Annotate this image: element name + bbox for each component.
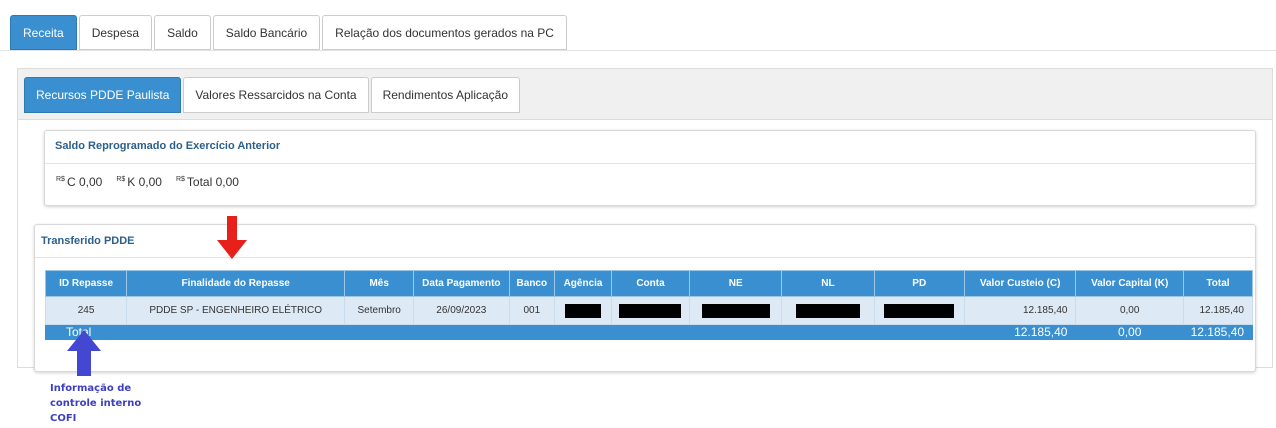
cell-mes: Setembro bbox=[344, 296, 415, 325]
col-header-pd[interactable]: PD bbox=[873, 270, 965, 297]
col-header-data-pagamento[interactable]: Data Pagamento bbox=[413, 270, 510, 297]
col-header-valor-capital[interactable]: Valor Capital (K) bbox=[1075, 270, 1184, 297]
subtab-header: Recursos PDDE Paulista Valores Ressarcid… bbox=[18, 69, 1272, 120]
cell-data-pagamento: 26/09/2023 bbox=[413, 296, 510, 325]
note-line-1: Informação de bbox=[50, 383, 132, 394]
col-header-banco[interactable]: Banco bbox=[508, 270, 556, 297]
cell-id-repasse: 245 bbox=[44, 296, 128, 325]
cell-valor-capital: 0,00 bbox=[1075, 296, 1184, 325]
cell-ne bbox=[689, 296, 783, 325]
redacted-agencia bbox=[565, 303, 602, 318]
cell-finalidade: PDDE SP - ENGENHEIRO ELÉTRICO bbox=[126, 296, 346, 325]
tab-divider bbox=[0, 50, 1276, 51]
subtab-rendimentos-aplicacao[interactable]: Rendimentos Aplicação bbox=[370, 77, 521, 113]
table-row[interactable]: 245 PDDE SP - ENGENHEIRO ELÉTRICO Setemb… bbox=[44, 296, 1254, 325]
table-total-row: Total 12.185,40 0,00 12.185,40 bbox=[45, 324, 1254, 340]
blue-arrow-up-icon bbox=[67, 330, 101, 376]
col-header-conta[interactable]: Conta bbox=[610, 270, 691, 297]
saldo-c-value: C 0,00 bbox=[66, 175, 103, 189]
col-header-valor-custeio[interactable]: Valor Custeio (C) bbox=[963, 270, 1077, 297]
redacted-conta bbox=[619, 303, 682, 318]
subtab-recursos-pdde-paulista[interactable]: Recursos PDDE Paulista bbox=[24, 77, 182, 113]
col-header-total[interactable]: Total bbox=[1182, 270, 1254, 297]
saldo-total-value: Total 0,00 bbox=[186, 175, 239, 189]
table-header-row: ID Repasse Finalidade do Repasse Mês Dat… bbox=[44, 270, 1254, 297]
redacted-pd bbox=[884, 303, 955, 318]
col-header-agencia[interactable]: Agência bbox=[554, 270, 612, 297]
cell-valor-custeio: 12.185,40 bbox=[963, 296, 1077, 325]
total-label: Total bbox=[45, 324, 965, 340]
cell-pd bbox=[873, 296, 965, 325]
repasse-table: ID Repasse Finalidade do Repasse Mês Dat… bbox=[44, 270, 1254, 340]
saldo-c: R$ C 0,00 bbox=[56, 175, 102, 189]
total-custeio: 12.185,40 bbox=[963, 324, 1077, 340]
tab-receita[interactable]: Receita bbox=[10, 15, 77, 50]
currency-symbol: R$ bbox=[116, 176, 126, 183]
saldo-reprogramado-card: Saldo Reprogramado do Exercício Anterior… bbox=[44, 130, 1256, 206]
col-header-mes[interactable]: Mês bbox=[344, 270, 415, 297]
subtab-valores-ressarcidos[interactable]: Valores Ressarcidos na Conta bbox=[183, 77, 369, 113]
cell-nl bbox=[781, 296, 875, 325]
currency-symbol: R$ bbox=[175, 176, 185, 183]
tab-relacao-documentos[interactable]: Relação dos documentos gerados na PC bbox=[322, 15, 567, 50]
total-capital: 0,00 bbox=[1075, 324, 1184, 340]
col-header-ne[interactable]: NE bbox=[689, 270, 783, 297]
top-tab-bar: Receita Despesa Saldo Saldo Bancário Rel… bbox=[10, 15, 567, 50]
internal-control-note: Informação de controle interno COFI bbox=[50, 381, 150, 426]
note-line-3: COFI bbox=[50, 413, 77, 424]
redacted-ne bbox=[701, 303, 770, 318]
col-header-id-repasse[interactable]: ID Repasse bbox=[44, 270, 128, 297]
redacted-nl bbox=[795, 303, 860, 318]
col-header-nl[interactable]: NL bbox=[781, 270, 875, 297]
tab-despesa[interactable]: Despesa bbox=[78, 15, 153, 50]
cell-conta bbox=[610, 296, 691, 325]
cell-banco: 001 bbox=[508, 296, 556, 325]
saldo-k-value: K 0,00 bbox=[127, 175, 162, 189]
transferido-card-title: Transferido PDDE bbox=[41, 235, 135, 247]
saldo-card-title: Saldo Reprogramado do Exercício Anterior bbox=[55, 140, 281, 152]
card-divider bbox=[45, 163, 1255, 164]
tab-saldo[interactable]: Saldo bbox=[154, 15, 211, 50]
tab-saldo-bancario[interactable]: Saldo Bancário bbox=[212, 15, 321, 50]
currency-symbol: R$ bbox=[56, 176, 65, 183]
cell-total: 12.185,40 bbox=[1182, 296, 1254, 325]
note-line-2: controle interno bbox=[50, 398, 142, 409]
saldo-k: R$ K 0,00 bbox=[116, 175, 162, 189]
saldo-values: R$ C 0,00 R$ K 0,00 R$ Total 0,00 bbox=[56, 175, 239, 189]
red-arrow-down-icon bbox=[217, 216, 247, 259]
total-total: 12.185,40 bbox=[1182, 324, 1254, 340]
col-header-finalidade[interactable]: Finalidade do Repasse bbox=[126, 270, 346, 297]
cell-agencia bbox=[554, 296, 612, 325]
saldo-total: R$ Total 0,00 bbox=[176, 175, 239, 189]
